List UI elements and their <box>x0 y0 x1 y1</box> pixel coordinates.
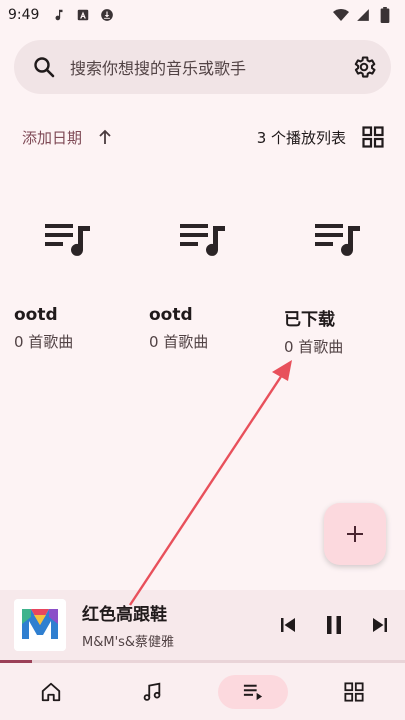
sort-direction-arrow-up-icon[interactable] <box>98 129 112 145</box>
search-icon <box>32 55 56 79</box>
track-info[interactable]: 红色高跟鞋 M&M's&蔡健雅 <box>82 600 279 650</box>
nav-pill <box>117 675 187 709</box>
nav-pill-active <box>218 674 289 709</box>
playlist-icon <box>149 200 257 280</box>
home-icon <box>40 681 62 703</box>
track-title: 红色高跟鞋 <box>82 605 167 625</box>
system-icons <box>333 7 393 23</box>
music-notification-icon <box>51 7 67 23</box>
battery-icon <box>377 7 393 23</box>
wifi-icon <box>333 7 349 23</box>
pause-icon[interactable] <box>325 615 343 635</box>
download-notification-icon <box>99 7 115 23</box>
playlist-grid: ootd 0 首歌曲 ootd 0 首歌曲 已下载 0 首歌曲 <box>0 200 405 357</box>
status-bar: 9:49 <box>0 0 405 30</box>
album-art[interactable] <box>14 599 66 651</box>
playlist-count: 3 个播放列表 <box>256 128 346 147</box>
bottom-navigation <box>0 663 405 720</box>
plus-icon <box>345 524 365 544</box>
nav-pill <box>16 675 86 709</box>
notification-icons <box>51 7 115 23</box>
playlist-title: 已下载 <box>284 310 335 330</box>
nav-home[interactable] <box>0 663 101 720</box>
playlist-card[interactable]: ootd 0 首歌曲 <box>0 200 135 357</box>
nav-songs[interactable] <box>101 663 202 720</box>
grid-icon <box>344 681 364 702</box>
app-notification-icon <box>75 7 91 23</box>
playlist-icon <box>14 200 122 280</box>
playlist-icon <box>242 682 264 702</box>
grid-view-toggle-icon[interactable] <box>362 126 384 148</box>
settings-icon[interactable] <box>351 54 377 80</box>
playlist-song-count: 0 首歌曲 <box>149 333 209 351</box>
playlist-song-count: 0 首歌曲 <box>284 338 344 356</box>
sort-row: 添加日期 3 个播放列表 <box>22 124 384 150</box>
playlist-song-count: 0 首歌曲 <box>14 333 74 351</box>
playlist-card[interactable]: ootd 0 首歌曲 <box>135 200 270 357</box>
nav-playlists[interactable] <box>203 663 304 720</box>
playlist-title: ootd <box>14 305 58 325</box>
playlist-card[interactable]: 已下载 0 首歌曲 <box>270 200 405 357</box>
nav-more[interactable] <box>304 663 405 720</box>
track-artist: M&M's&蔡健雅 <box>82 635 175 650</box>
player-controls <box>279 615 389 635</box>
sort-by-date-button[interactable]: 添加日期 <box>22 127 82 148</box>
mini-player[interactable]: 红色高跟鞋 M&M's&蔡健雅 <box>0 590 405 660</box>
playlist-icon <box>284 200 392 280</box>
nav-pill <box>319 675 389 709</box>
search-bar[interactable]: 搜索你想搜的音乐或歌手 <box>14 40 391 94</box>
playlist-title: ootd <box>149 305 193 325</box>
skip-next-icon[interactable] <box>371 616 389 634</box>
signal-icon <box>355 7 371 23</box>
add-playlist-button[interactable] <box>324 503 386 565</box>
music-note-icon <box>141 681 163 703</box>
search-placeholder[interactable]: 搜索你想搜的音乐或歌手 <box>70 55 351 79</box>
status-time: 9:49 <box>8 7 40 23</box>
skip-previous-icon[interactable] <box>279 616 297 634</box>
